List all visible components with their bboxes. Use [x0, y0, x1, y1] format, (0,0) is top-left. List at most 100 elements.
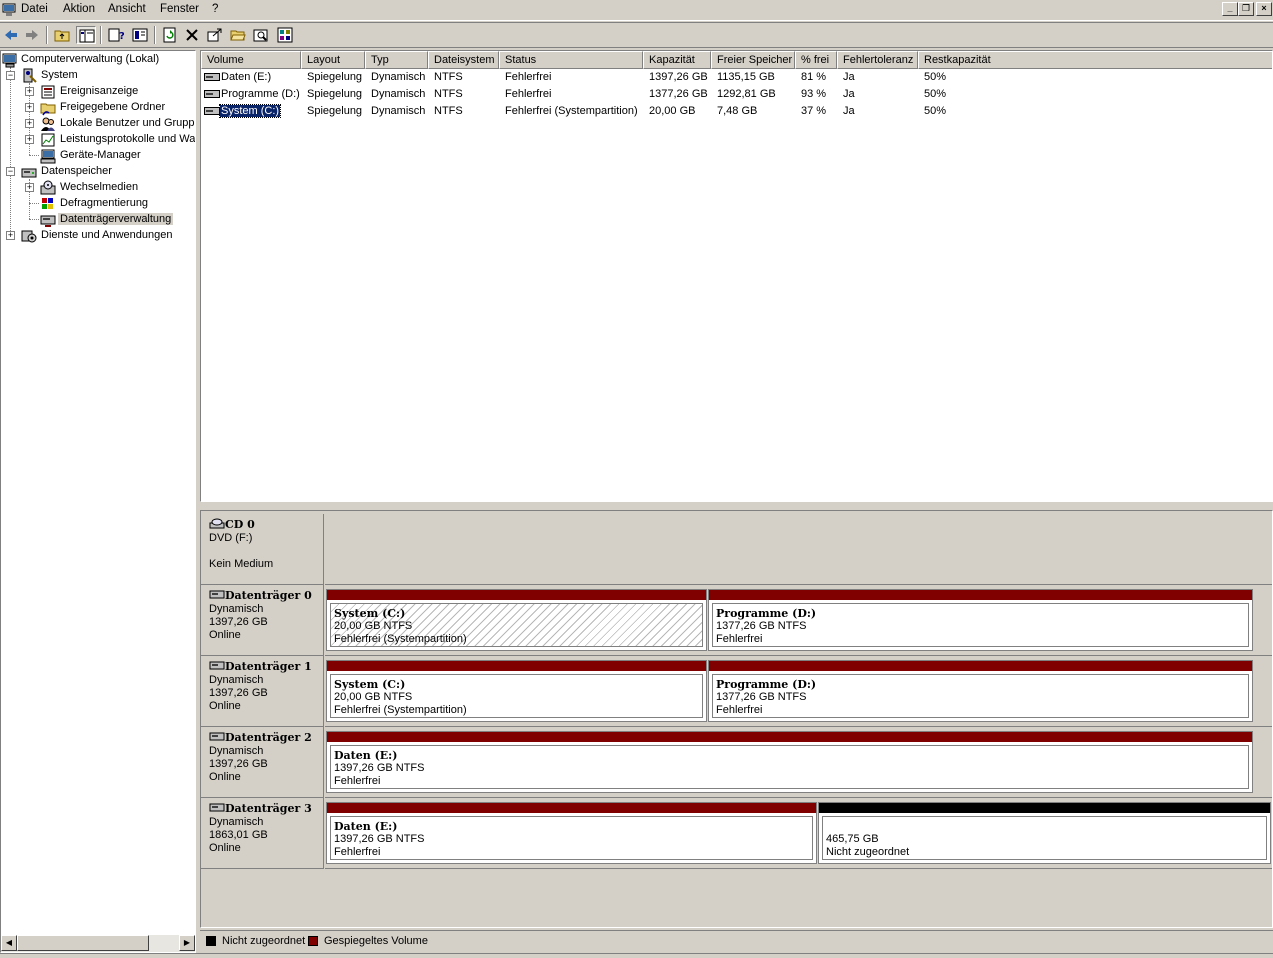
disk-name: Datenträger 2: [225, 731, 312, 744]
back-button[interactable]: [1, 26, 21, 44]
tree-item-system[interactable]: − System: [1, 68, 191, 84]
computer-management-app-icon[interactable]: [2, 3, 16, 17]
table-row[interactable]: Daten (E:) Spiegelung Dynamisch NTFS Feh…: [201, 69, 1272, 86]
cell-capacity: 20,00 GB: [649, 105, 696, 117]
partition-size: 465,75 GB: [826, 833, 879, 845]
volume-list[interactable]: Volume Layout Typ Dateisystem Status Kap…: [200, 50, 1273, 502]
partition-status: Fehlerfrei: [334, 775, 381, 787]
partition-daten-e[interactable]: Daten (E:) 1397,26 GB NTFS Fehlerfrei: [326, 731, 1253, 793]
column-header-fault-tolerance[interactable]: Fehlertoleranz: [837, 51, 918, 69]
expand-icon[interactable]: +: [25, 119, 34, 128]
tree-item-performance-logs[interactable]: + Leistungsprotokolle und War: [1, 132, 195, 148]
scroll-right-button[interactable]: ▶: [179, 935, 195, 951]
scroll-thumb[interactable]: [17, 935, 149, 951]
expand-icon[interactable]: +: [25, 87, 34, 96]
partition-daten-e[interactable]: Daten (E:) 1397,26 GB NTFS Fehlerfrei: [326, 802, 817, 864]
cell-overhead: 50%: [924, 88, 947, 100]
column-header-filesystem[interactable]: Dateisystem: [428, 51, 499, 69]
forward-button[interactable]: [22, 26, 42, 44]
column-header-status[interactable]: Status: [499, 51, 643, 69]
properties-button[interactable]: [130, 26, 150, 44]
column-header-type[interactable]: Typ: [365, 51, 428, 69]
disk-info: 1397,26 GB: [209, 758, 268, 770]
cell-filesystem: NTFS: [434, 105, 463, 117]
tree-horizontal-scrollbar[interactable]: ◀ ▶: [1, 935, 195, 952]
console-tree[interactable]: Computerverwaltung (Lokal) − System + Er…: [0, 50, 196, 953]
column-header-volume[interactable]: Volume: [201, 51, 301, 69]
partition-status: Nicht zugeordnet: [826, 846, 910, 858]
expand-icon[interactable]: +: [25, 183, 34, 192]
partition-programme-d[interactable]: Programme (D:) 1377,26 GB NTFS Fehlerfre…: [708, 589, 1253, 651]
partition-programme-d[interactable]: Programme (D:) 1377,26 GB NTFS Fehlerfre…: [708, 660, 1253, 722]
tree-label: Defragmentierung: [60, 197, 149, 209]
help-button[interactable]: ?: [106, 26, 126, 44]
partition-unallocated[interactable]: 465,75 GB Nicht zugeordnet: [818, 802, 1271, 864]
tree-item-device-manager[interactable]: Geräte-Manager: [1, 148, 195, 164]
defrag-icon: [42, 198, 53, 209]
storage-icon: [21, 168, 37, 178]
tree-item-services-applications[interactable]: + Dienste und Anwendungen: [1, 228, 195, 244]
collapse-icon[interactable]: −: [6, 167, 15, 176]
partition-name: System (C:): [334, 607, 406, 620]
menu-aktion[interactable]: Aktion: [63, 3, 95, 15]
up-folder-icon: [54, 30, 70, 42]
tree-item-shared-folders[interactable]: + Freigegebene Ordner: [1, 100, 195, 116]
partition-system-c[interactable]: System (C:) 20,00 GB NTFS Fehlerfrei (Sy…: [326, 589, 707, 651]
minimize-button[interactable]: _: [1222, 2, 1238, 16]
column-header-free-space[interactable]: Freier Speicher: [711, 51, 795, 69]
disk-name: Datenträger 1: [225, 660, 312, 673]
close-button[interactable]: ×: [1256, 2, 1272, 16]
column-header-capacity[interactable]: Kapazität: [643, 51, 711, 69]
tree-item-defragmentation[interactable]: Defragmentierung: [1, 196, 195, 212]
expand-icon[interactable]: +: [6, 231, 15, 240]
table-row-selected[interactable]: System (C:) Spiegelung Dynamisch NTFS Fe…: [201, 103, 1272, 120]
column-header-layout[interactable]: Layout: [301, 51, 365, 69]
tree-item-storage[interactable]: − Datenspeicher: [1, 164, 195, 180]
disk-label-disk0[interactable]: Datenträger 0 Dynamisch 1397,26 GB Onlin…: [201, 585, 324, 656]
refresh-button[interactable]: [160, 26, 180, 44]
disk-label-disk1[interactable]: Datenträger 1 Dynamisch 1397,26 GB Onlin…: [201, 656, 324, 727]
menu-datei[interactable]: Datei: [21, 3, 48, 15]
table-row[interactable]: Programme (D:) Spiegelung Dynamisch NTFS…: [201, 86, 1272, 103]
search-button[interactable]: [251, 26, 271, 44]
export-icon: [207, 28, 222, 42]
legend-unallocated-label: Nicht zugeordnet: [222, 935, 306, 947]
horizontal-splitter[interactable]: [200, 502, 1273, 510]
menu-fenster[interactable]: Fenster: [160, 3, 199, 15]
partition-status: Fehlerfrei: [334, 846, 381, 858]
column-header-percent-free[interactable]: % frei: [795, 51, 837, 69]
collapse-icon[interactable]: −: [6, 71, 15, 80]
tree-item-removable-storage[interactable]: + Wechselmedien: [1, 180, 195, 196]
tree-item-local-users[interactable]: + Lokale Benutzer und Gruppe: [1, 116, 195, 132]
export-button[interactable]: [205, 26, 225, 44]
show-tree-button[interactable]: [76, 26, 96, 44]
restore-button[interactable]: ❐: [1238, 2, 1254, 16]
menu-help[interactable]: ?: [212, 3, 218, 15]
up-folder-button[interactable]: [52, 26, 72, 44]
services-icon: [21, 230, 37, 243]
legend-mirrored-label: Gespiegeltes Volume: [324, 935, 428, 947]
scroll-left-button[interactable]: ◀: [1, 935, 17, 951]
open-button[interactable]: [228, 26, 248, 44]
dynamic-disk-icon: [209, 803, 225, 812]
search-icon: [253, 29, 268, 42]
cell-filesystem: NTFS: [434, 71, 463, 83]
partition-system-c[interactable]: System (C:) 20,00 GB NTFS Fehlerfrei (Sy…: [326, 660, 707, 722]
settings-button[interactable]: [275, 26, 295, 44]
back-icon: [5, 30, 17, 40]
disk-label-cd0[interactable]: CD 0 DVD (F:) Kein Medium: [201, 514, 324, 585]
cd-drive-icon: [209, 518, 225, 529]
expand-icon[interactable]: +: [25, 103, 34, 112]
toolbar: ?: [0, 22, 1273, 48]
tree-item-event-viewer[interactable]: + Ereignisanzeige: [1, 84, 195, 100]
shared-folder-icon: [40, 103, 56, 116]
column-header-overhead[interactable]: Restkapazität: [918, 51, 1272, 69]
disk-label-disk3[interactable]: Datenträger 3 Dynamisch 1863,01 GB Onlin…: [201, 798, 324, 869]
menu-ansicht[interactable]: Ansicht: [108, 3, 146, 15]
cell-type: Dynamisch: [371, 71, 426, 83]
expand-icon[interactable]: +: [25, 135, 34, 144]
disk-label-disk2[interactable]: Datenträger 2 Dynamisch 1397,26 GB Onlin…: [201, 727, 324, 798]
disk-graphical-view[interactable]: CD 0 DVD (F:) Kein Medium Datenträger 0 …: [200, 510, 1273, 928]
delete-button[interactable]: [182, 26, 202, 44]
tree-item-disk-management[interactable]: Datenträgerverwaltung: [1, 212, 195, 228]
